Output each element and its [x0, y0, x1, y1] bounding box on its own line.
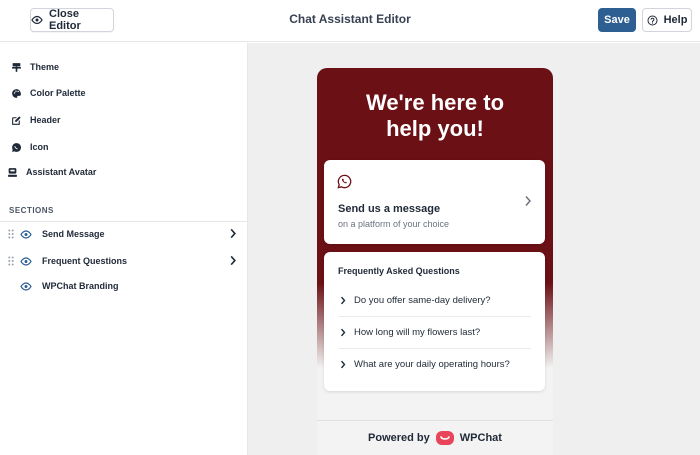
send-message-card[interactable]: Send us a message on a platform of your … — [324, 160, 545, 244]
wpchat-brand-name: WPChat — [459, 432, 502, 444]
chevron-right-icon[interactable] — [229, 255, 237, 268]
divider — [0, 221, 247, 222]
section-label: Send Message — [42, 229, 105, 239]
sidebar-item-assistant-avatar[interactable]: Assistant Avatar — [0, 161, 247, 183]
chevron-right-icon — [340, 296, 348, 305]
avatar-icon — [5, 165, 19, 179]
powered-by-label: Powered by — [368, 432, 430, 444]
drag-handle-icon[interactable] — [6, 229, 16, 239]
faq-question: How long will my flowers last? — [354, 327, 481, 338]
visibility-eye-icon[interactable] — [20, 229, 34, 239]
section-label: WPChat Branding — [42, 281, 119, 291]
visibility-eye-icon[interactable] — [20, 256, 34, 266]
chevron-right-icon — [340, 328, 348, 337]
page-title: Chat Assistant Editor — [289, 12, 411, 26]
drag-handle-icon[interactable] — [6, 256, 16, 266]
help-circle-icon — [647, 14, 658, 26]
help-button[interactable]: Help — [642, 8, 692, 32]
chat-widget-preview: We're here to help you! Send us a messag… — [317, 68, 553, 455]
faq-title: Frequently Asked Questions — [338, 266, 460, 276]
sidebar-item-header[interactable]: Header — [0, 109, 247, 131]
sections-heading: SECTIONS — [9, 206, 54, 215]
sidebar-item-label: Header — [30, 115, 61, 125]
chevron-right-icon — [340, 360, 348, 369]
sidebar-item-label: Icon — [30, 142, 49, 152]
sidebar-item-theme[interactable]: Theme — [0, 56, 247, 78]
palette-icon — [9, 86, 23, 100]
section-row-send-message[interactable]: Send Message — [0, 223, 247, 245]
chevron-right-icon[interactable] — [229, 228, 237, 241]
top-bar: Close Editor Chat Assistant Editor Save … — [0, 0, 700, 42]
sidebar-item-label: Color Palette — [30, 88, 86, 98]
chat-bubble-icon — [9, 140, 23, 154]
sidebar-item-label: Theme — [30, 62, 60, 72]
theme-icon — [9, 60, 23, 74]
visibility-eye-icon[interactable] — [20, 281, 34, 291]
help-label: Help — [663, 14, 688, 26]
powered-by-footer: Powered by WPChat — [317, 420, 553, 455]
faq-question: Do you offer same-day delivery? — [354, 295, 491, 306]
section-row-frequent-questions[interactable]: Frequent Questions — [0, 250, 247, 272]
chevron-right-icon — [524, 194, 532, 212]
sidebar-item-color-palette[interactable]: Color Palette — [0, 82, 247, 104]
sidebar: Theme Color Palette Header Icon Assistan… — [0, 43, 248, 455]
faq-item[interactable]: How long will my flowers last? — [338, 317, 531, 348]
section-label: Frequent Questions — [42, 256, 128, 266]
whatsapp-icon — [337, 174, 352, 194]
send-message-subtitle: on a platform of your choice — [338, 219, 450, 229]
faq-item[interactable]: What are your daily operating hours? — [338, 349, 531, 380]
send-message-title: Send us a message — [338, 203, 441, 215]
hero-heading: We're here to help you! — [365, 90, 505, 141]
sidebar-item-label: Assistant Avatar — [26, 167, 97, 177]
section-row-wpchat-branding[interactable]: WPChat Branding — [0, 275, 247, 297]
faq-card: Frequently Asked Questions Do you offer … — [324, 252, 545, 391]
faq-item[interactable]: Do you offer same-day delivery? — [338, 285, 531, 316]
edit-icon — [9, 113, 23, 127]
save-button[interactable]: Save — [598, 8, 636, 32]
sidebar-item-icon[interactable]: Icon — [0, 136, 247, 158]
faq-question: What are your daily operating hours? — [354, 359, 510, 370]
wpchat-logo-icon — [435, 431, 454, 445]
